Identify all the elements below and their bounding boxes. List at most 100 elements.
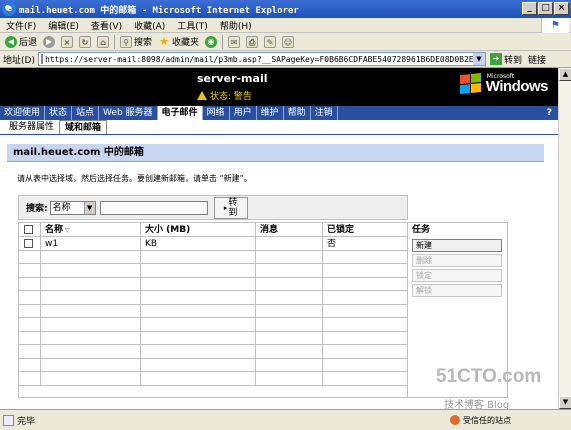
media-icon: ◉ xyxy=(205,35,218,48)
favorites-button[interactable]: ★ 收藏夹 xyxy=(155,34,202,50)
menu-file[interactable]: 文件(F) xyxy=(0,19,42,32)
subtab-domains-mailboxes[interactable]: 域和邮箱 xyxy=(59,120,108,134)
forward-arrow-icon: ▶ xyxy=(43,35,56,48)
column-header-messages[interactable]: 消息 xyxy=(256,223,323,236)
mailbox-table: 名称 ▽ 大小 (MB) 消息 已锁定 w1 KB 否 xyxy=(18,222,408,398)
mail-button[interactable]: ✉ xyxy=(225,34,243,50)
table-row-empty xyxy=(19,304,407,318)
search-button[interactable]: ⚲ 搜索 xyxy=(117,34,155,50)
status-text: 完毕 xyxy=(17,416,36,427)
task-delete-button: 删除 xyxy=(412,254,502,267)
edit-button[interactable]: ✎ xyxy=(261,34,279,50)
tab-users[interactable]: 用户 xyxy=(230,106,257,120)
column-header-name[interactable]: 名称 ▽ xyxy=(41,223,141,236)
favorites-label: 收藏夹 xyxy=(172,38,200,48)
tab-network[interactable]: 网络 xyxy=(203,106,230,120)
chevron-down-icon[interactable]: ▼ xyxy=(472,53,485,65)
table-row-empty xyxy=(19,318,407,332)
edit-icon: ✎ xyxy=(264,35,277,48)
search-field-select[interactable]: 名称 ▼ xyxy=(49,200,96,215)
play-icon: ▸ xyxy=(223,203,228,212)
search-label: 搜索 xyxy=(134,38,153,48)
home-button[interactable]: ⌂ xyxy=(94,34,112,50)
minimize-button[interactable]: _ xyxy=(522,2,537,15)
messenger-button[interactable]: ☺ xyxy=(279,34,297,50)
column-name-label: 名称 xyxy=(45,225,64,235)
menu-edit[interactable]: 编辑(E) xyxy=(42,19,85,32)
column-header-locked[interactable]: 已锁定 xyxy=(323,223,407,236)
server-status[interactable]: 状态: 警告 xyxy=(197,89,252,102)
back-arrow-icon: ◀ xyxy=(5,35,17,48)
menu-tools[interactable]: 工具(T) xyxy=(171,19,214,32)
task-unlock-button: 解锁 xyxy=(412,284,502,297)
links-button[interactable]: 链接 xyxy=(528,53,546,66)
scroll-down-icon[interactable]: ▼ xyxy=(559,396,571,409)
media-button[interactable]: ◉ xyxy=(202,34,220,50)
column-header-size[interactable]: 大小 (MB) xyxy=(141,223,256,236)
task-new-button[interactable]: 新建 xyxy=(412,239,502,252)
vertical-scrollbar[interactable]: ▲ ▼ xyxy=(558,68,571,409)
messenger-icon: ☺ xyxy=(282,35,295,48)
status-text: 状态: 警告 xyxy=(210,92,252,102)
zone-label: 受信任的站点 xyxy=(463,415,511,425)
windows-flag-icon: ⚑ xyxy=(541,18,569,33)
back-button[interactable]: ◀ 后退 xyxy=(2,34,40,50)
toolbar: ◀ 后退 ▶ × ↻ ⌂ ⚲ 搜索 ★ 收藏夹 ◉ ✉ ⎙ ✎ ☺ xyxy=(0,33,571,51)
go-button[interactable]: ➜ 转到 xyxy=(489,53,522,66)
menu-view[interactable]: 查看(V) xyxy=(85,19,128,32)
table-row-empty xyxy=(19,277,407,291)
windows-logo: Microsoft Windows xyxy=(459,72,549,95)
status-bar: 完毕 受信任的站点 xyxy=(0,409,571,430)
tab-sites[interactable]: 站点 xyxy=(72,106,100,120)
close-button[interactable]: × xyxy=(554,2,569,15)
search-go-button[interactable]: ▸ 转 到 xyxy=(213,196,248,219)
tab-maintenance[interactable]: 维护 xyxy=(257,106,284,120)
table-header: 名称 ▽ 大小 (MB) 消息 已锁定 xyxy=(19,223,407,237)
menu-help[interactable]: 帮助(H) xyxy=(214,19,258,32)
stop-icon: × xyxy=(61,35,74,48)
table-row[interactable]: w1 KB 否 xyxy=(19,237,407,251)
scroll-up-icon[interactable]: ▲ xyxy=(559,68,571,81)
table-row-empty xyxy=(19,345,407,359)
search-field-value: 名称 xyxy=(52,202,71,213)
warning-icon xyxy=(197,91,207,100)
address-input[interactable]: https://server-mail:8098/admin/mail/p3mb… xyxy=(37,52,486,66)
table-row-empty xyxy=(19,358,407,372)
print-icon: ⎙ xyxy=(246,35,259,48)
refresh-button[interactable]: ↻ xyxy=(76,34,94,50)
zone-icon xyxy=(450,415,460,425)
ie-window: e mail.heuet.com 中的邮箱 - Microsoft Intern… xyxy=(0,0,571,430)
address-bar: 地址(D) https://server-mail:8098/admin/mai… xyxy=(0,51,571,68)
security-zone: 受信任的站点 xyxy=(450,415,511,426)
menu-favorites[interactable]: 收藏(A) xyxy=(128,19,171,32)
tab-web-server[interactable]: Web 服务器 xyxy=(99,106,158,120)
subtab-server-properties[interactable]: 服务器属性 xyxy=(4,120,59,134)
forward-button[interactable]: ▶ xyxy=(40,34,58,50)
windows-flag-logo-icon xyxy=(459,72,482,94)
page-title: mail.heuet.com 中的邮箱 xyxy=(7,144,544,162)
toolbar-separator xyxy=(222,34,224,49)
table-row-empty xyxy=(19,250,407,264)
tab-welcome[interactable]: 欢迎使用 xyxy=(0,106,46,120)
home-icon: ⌂ xyxy=(97,35,110,48)
tab-email[interactable]: 电子邮件 xyxy=(157,106,203,120)
tab-help[interactable]: 帮助 xyxy=(284,106,311,120)
tasks-header: 任务 xyxy=(412,225,431,235)
help-icon[interactable]: ? xyxy=(547,108,552,118)
row-checkbox[interactable] xyxy=(24,239,33,248)
address-url: https://server-mail:8098/admin/mail/p3mb… xyxy=(44,54,486,64)
maximize-button[interactable]: □ xyxy=(538,2,553,15)
search-input[interactable] xyxy=(99,200,208,215)
go-arrow-icon: ➜ xyxy=(489,53,502,65)
select-all-checkbox[interactable] xyxy=(24,225,33,234)
print-button[interactable]: ⎙ xyxy=(243,34,261,50)
tab-logout[interactable]: 注销 xyxy=(311,106,338,120)
select-all-cell xyxy=(19,223,41,236)
window-title: mail.heuet.com 中的邮箱 - Microsoft Internet… xyxy=(19,5,299,16)
brand-windows: Windows xyxy=(485,78,549,95)
header-banner: server-mail 状态: 警告 Microsoft Windows xyxy=(0,68,558,106)
row-select-cell xyxy=(19,237,41,250)
go-label: 转到 xyxy=(503,55,522,66)
stop-button[interactable]: × xyxy=(58,34,76,50)
tab-status[interactable]: 状态 xyxy=(45,106,73,120)
